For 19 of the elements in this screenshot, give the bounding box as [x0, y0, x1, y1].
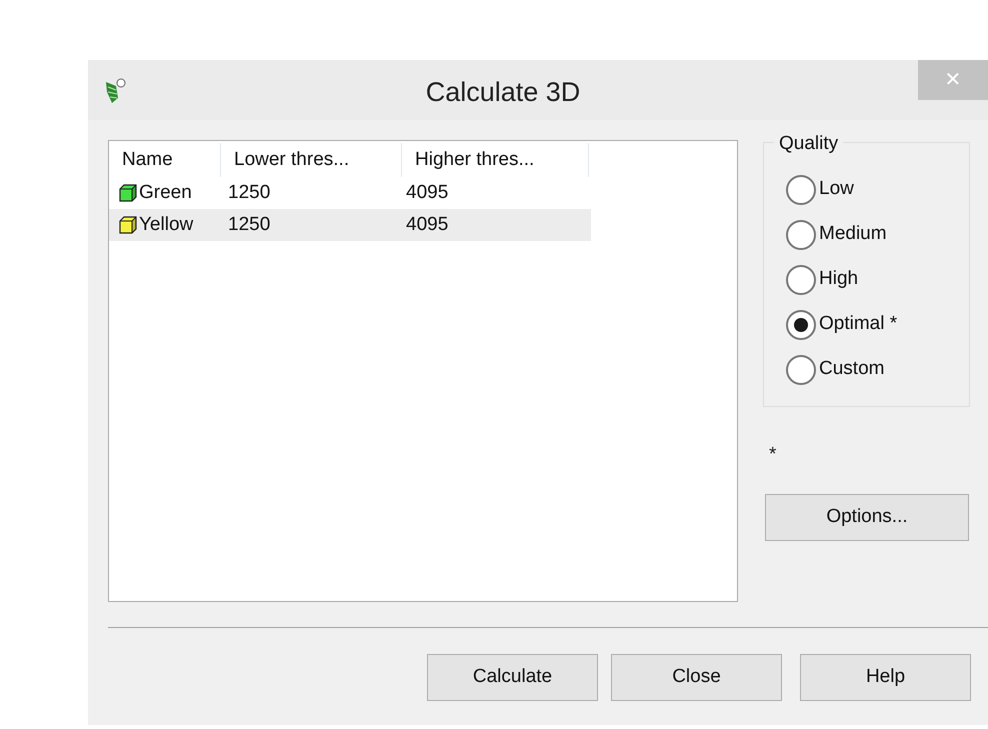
table-cell-text: 1250 [227, 212, 272, 237]
radio-option[interactable]: High [786, 261, 969, 298]
table-cell-text: 4095 [405, 180, 448, 205]
window-title: Calculate 3D [426, 76, 580, 109]
options-button[interactable]: Options... [765, 494, 969, 540]
table-cell-text: 4095 [405, 212, 448, 237]
radio-option[interactable]: Custom [786, 351, 969, 388]
radio-option[interactable]: Medium [786, 216, 969, 253]
radio-option[interactable]: Low [786, 171, 969, 208]
table-cell-text: Yellow [139, 212, 194, 237]
table-cell-text: 1250 [227, 180, 272, 205]
app-logo-icon [104, 78, 126, 104]
footnote-mark: * [769, 443, 776, 467]
dialog-button[interactable]: Help [800, 654, 971, 701]
table-cell-text: Green [139, 180, 192, 205]
radio-option[interactable]: Optimal * [786, 306, 969, 343]
dialog-button[interactable]: Calculate [427, 654, 598, 701]
dialog-button[interactable]: Close [611, 654, 782, 701]
table-row[interactable]: Yellow 1250 4095 [109, 209, 591, 241]
